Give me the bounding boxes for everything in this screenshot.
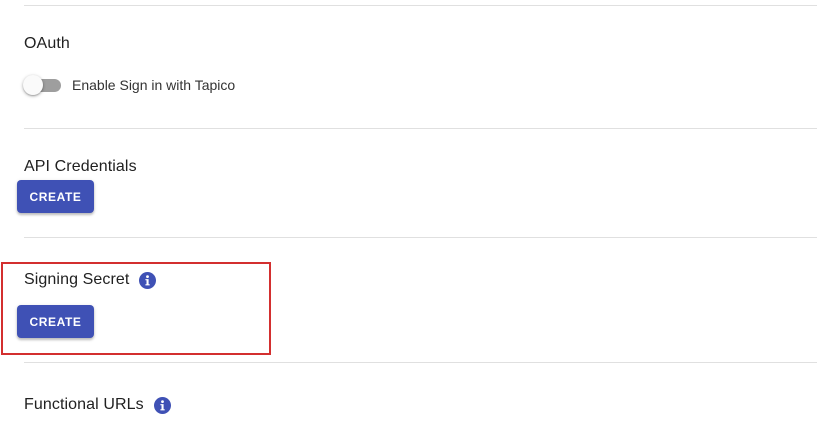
functional-urls-title: Functional URLs <box>24 396 144 413</box>
info-icon[interactable] <box>153 396 171 414</box>
divider <box>24 5 817 6</box>
info-icon-glyph <box>160 399 165 410</box>
settings-page: OAuth Enable Sign in with Tapico API Cre… <box>0 0 830 430</box>
api-credentials-create-button[interactable]: CREATE <box>17 180 94 213</box>
info-icon-glyph <box>145 274 151 285</box>
oauth-toggle-switch[interactable] <box>22 74 62 96</box>
divider <box>24 362 817 363</box>
oauth-title: OAuth <box>24 35 70 52</box>
signing-secret-create-button[interactable]: CREATE <box>17 305 94 338</box>
oauth-toggle-label: Enable Sign in with Tapico <box>72 77 236 93</box>
divider <box>24 128 817 129</box>
divider <box>24 237 817 238</box>
functional-urls-header: Functional URLs <box>24 395 171 415</box>
signing-secret-title: Signing Secret <box>24 271 130 288</box>
switch-thumb <box>23 75 43 95</box>
oauth-toggle-row: Enable Sign in with Tapico <box>22 74 235 96</box>
api-credentials-title: API Credentials <box>24 158 137 175</box>
signing-secret-header: Signing Secret <box>24 270 157 290</box>
info-icon[interactable] <box>139 271 157 289</box>
